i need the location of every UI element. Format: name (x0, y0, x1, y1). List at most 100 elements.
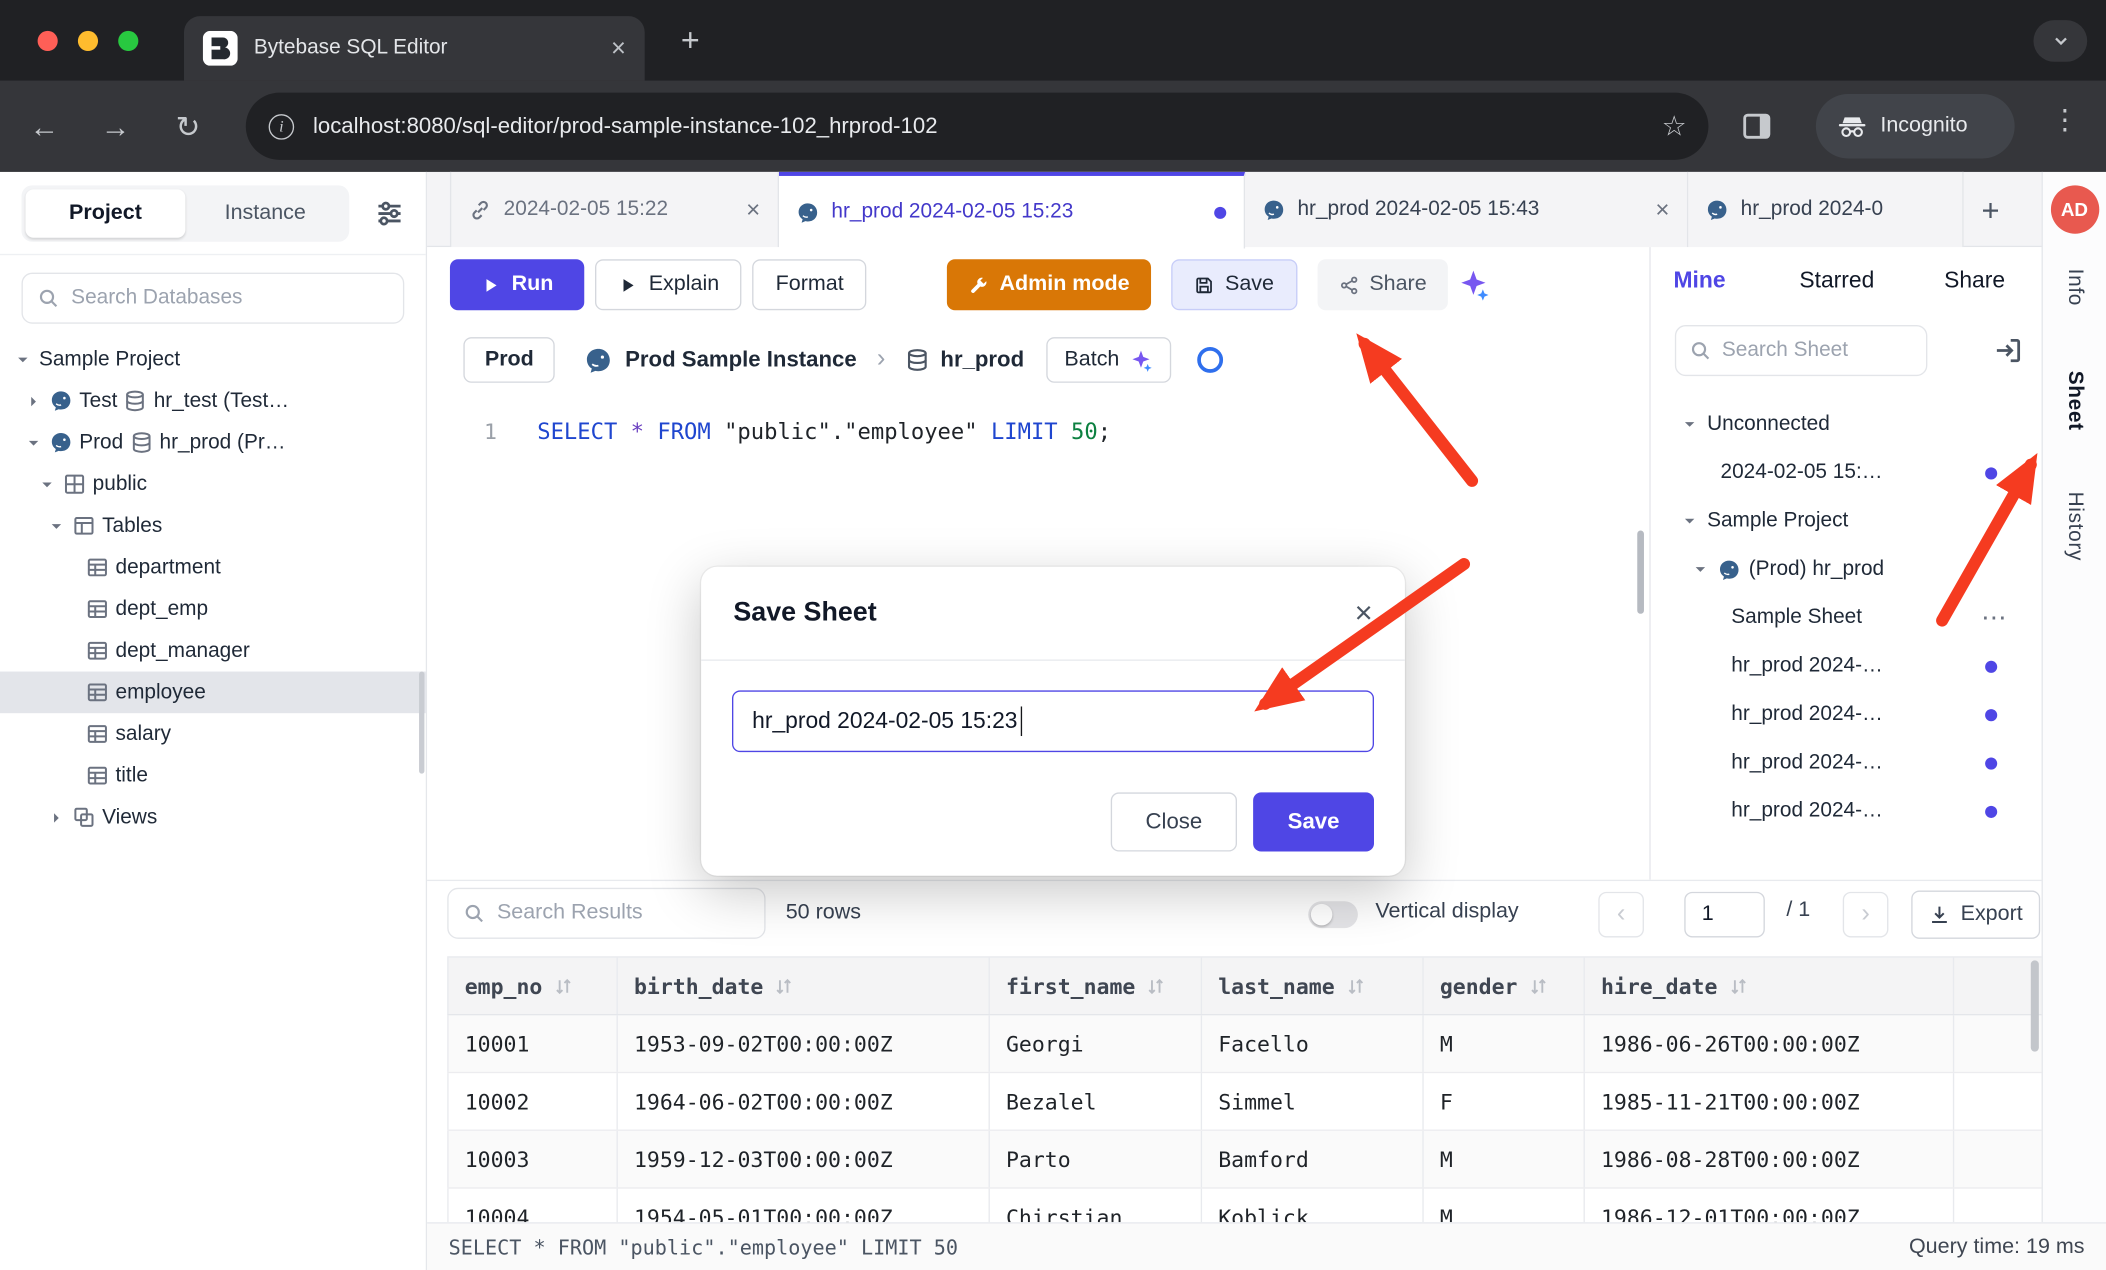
site-info-icon[interactable]: i (269, 113, 295, 139)
tab-sheet[interactable]: Sheet (2062, 371, 2086, 431)
connect-sheet-icon[interactable] (1993, 336, 2023, 366)
address-bar[interactable]: i localhost:8080/sql-editor/prod-sample-… (246, 93, 1709, 160)
page-number-input[interactable]: 1 (1684, 892, 1765, 938)
browser-menu-icon[interactable]: ⋮ (2051, 103, 2079, 137)
sheet-item[interactable]: Sample Sheet⋯ (1651, 594, 2042, 642)
sheet-item[interactable]: Unconnected (1651, 400, 2042, 448)
editor-tab[interactable]: hr_prod 2024-02-05 15:43× (1245, 172, 1688, 247)
db-tree-item-employee[interactable]: employee (0, 672, 426, 714)
tab-share[interactable]: Share (1944, 267, 2005, 294)
search-sheets-input[interactable]: Search Sheet (1675, 325, 1928, 376)
sheet-item[interactable]: hr_prod 2024-… (1651, 739, 2042, 787)
search-icon (1690, 340, 1711, 361)
next-page-button[interactable]: › (1843, 892, 1889, 938)
tab-search-button[interactable] (2033, 20, 2087, 62)
close-tab-icon[interactable]: × (1655, 195, 1669, 223)
db-tree-item-views[interactable]: Views (0, 796, 426, 838)
filter-settings-icon[interactable] (375, 198, 405, 228)
close-window-button[interactable] (38, 31, 58, 51)
forward-button[interactable]: → (93, 105, 139, 151)
db-tree-item-dept-manager[interactable]: dept_manager (0, 630, 426, 672)
editor-tab[interactable]: 2024-02-05 15:22× (450, 172, 779, 247)
db-tree-item-test[interactable]: Testhr_test (Test… (0, 380, 426, 422)
search-results-input[interactable]: Search Results (447, 888, 765, 939)
tab-mine[interactable]: Mine (1674, 267, 1726, 294)
tab-history[interactable]: History (2062, 491, 2086, 560)
explain-button[interactable]: Explain (595, 259, 742, 310)
db-tree-item-salary[interactable]: salary (0, 713, 426, 755)
column-header-last_name[interactable]: last_name (1202, 958, 1424, 1014)
export-button[interactable]: Export (1911, 890, 2040, 938)
sheet-item[interactable]: Sample Project (1651, 497, 2042, 545)
minimize-window-button[interactable] (78, 31, 98, 51)
bookmark-star-icon[interactable]: ☆ (1662, 110, 1687, 144)
search-sheets-placeholder: Search Sheet (1722, 338, 1848, 362)
browser-tab[interactable]: Bytebase SQL Editor × (184, 16, 645, 80)
result-row[interactable]: 100011953-09-02T00:00:00ZGeorgiFacelloM1… (447, 1015, 2041, 1073)
database-breadcrumb[interactable]: hr_prod (905, 347, 1024, 373)
save-button[interactable]: Save (1171, 259, 1297, 310)
column-header-first_name[interactable]: first_name (990, 958, 1202, 1014)
sheet-item[interactable]: hr_prod 2024-… (1651, 642, 2042, 690)
db-tree-item-title[interactable]: title (0, 755, 426, 797)
ai-sparkle-icon[interactable] (1458, 269, 1490, 301)
db-tree-item-tables[interactable]: Tables (0, 505, 426, 547)
editor-tab[interactable]: hr_prod 2024-0 (1688, 172, 1963, 247)
bytebase-favicon-icon (203, 31, 238, 66)
row-count: 50 rows (786, 901, 861, 925)
new-sheet-button[interactable]: + (1964, 172, 2018, 247)
caret-down-icon (1691, 560, 1710, 579)
run-button[interactable]: Run (450, 259, 584, 310)
batch-button[interactable]: Batch (1046, 337, 1172, 383)
unsaved-dot (1985, 757, 1997, 769)
search-databases-input[interactable]: Search Databases (21, 273, 404, 324)
close-tab-icon[interactable]: × (611, 36, 626, 62)
result-row[interactable]: 100041954-05-01T00:00:00ZChirstianKoblic… (447, 1189, 2041, 1223)
tab-starred[interactable]: Starred (1799, 267, 1874, 294)
sheet-item-label: hr_prod 2024-… (1731, 751, 1883, 775)
sheet-name-input[interactable]: hr_prod 2024-02-05 15:23 (732, 690, 1374, 752)
reload-button[interactable]: ↻ (165, 105, 211, 151)
prev-page-button[interactable]: ‹ (1598, 892, 1644, 938)
db-tree-item-department[interactable]: department (0, 547, 426, 589)
close-tab-icon[interactable]: × (746, 195, 760, 223)
more-menu-icon[interactable]: ⋯ (1981, 602, 2007, 633)
tab-info[interactable]: Info (2062, 269, 2086, 306)
back-button[interactable]: ← (21, 105, 67, 151)
sheet-item[interactable]: 2024-02-05 15:… (1651, 449, 2042, 497)
connection-status-icon[interactable] (1196, 345, 1226, 375)
db-tree-item-prod[interactable]: Prodhr_prod (Pr… (0, 422, 426, 464)
close-modal-icon[interactable]: × (1355, 598, 1373, 629)
column-header-emp_no[interactable]: emp_no (447, 958, 618, 1014)
user-avatar[interactable]: AD (2050, 185, 2098, 233)
instance-breadcrumb[interactable]: Prod Sample Instance (585, 346, 857, 374)
db-tree-item-public[interactable]: public (0, 463, 426, 505)
result-row[interactable]: 100031959-12-03T00:00:00ZPartoBamfordM19… (447, 1131, 2041, 1189)
new-tab-button[interactable]: + (666, 17, 714, 65)
sheet-item[interactable]: hr_prod 2024-… (1651, 787, 2042, 835)
result-row[interactable]: 100021964-06-02T00:00:00ZBezalelSimmelF1… (447, 1073, 2041, 1131)
tab-project[interactable]: Project (26, 189, 186, 237)
sidebar-scrollbar[interactable] (419, 672, 424, 774)
column-header-gender[interactable]: gender (1424, 958, 1585, 1014)
db-tree-item-dept-emp[interactable]: dept_emp (0, 588, 426, 630)
tab-instance[interactable]: Instance (185, 189, 345, 237)
admin-mode-button[interactable]: Admin mode (947, 259, 1151, 310)
editor-tab[interactable]: hr_prod 2024-02-05 15:23 (779, 172, 1245, 249)
maximize-window-button[interactable] (118, 31, 138, 51)
vertical-display-toggle[interactable] (1308, 901, 1358, 928)
share-button[interactable]: Share (1317, 259, 1448, 310)
db-tree-item-sample-project[interactable]: Sample Project (0, 338, 426, 380)
format-button[interactable]: Format (753, 259, 867, 310)
sheet-item[interactable]: hr_prod 2024-… (1651, 690, 2042, 738)
column-header-birth_date[interactable]: birth_date (618, 958, 990, 1014)
panel-resize-handle[interactable] (1637, 531, 1644, 614)
share-icon (1338, 275, 1358, 295)
results-scrollbar[interactable] (2031, 960, 2039, 1051)
column-header-hire_date[interactable]: hire_date (1585, 958, 1954, 1014)
modal-close-button[interactable]: Close (1111, 792, 1237, 851)
sheet-item[interactable]: (Prod) hr_prod (1651, 545, 2042, 593)
side-panel-icon[interactable] (1741, 110, 1773, 142)
modal-save-button[interactable]: Save (1253, 792, 1374, 851)
environment-chip[interactable]: Prod (463, 337, 555, 383)
